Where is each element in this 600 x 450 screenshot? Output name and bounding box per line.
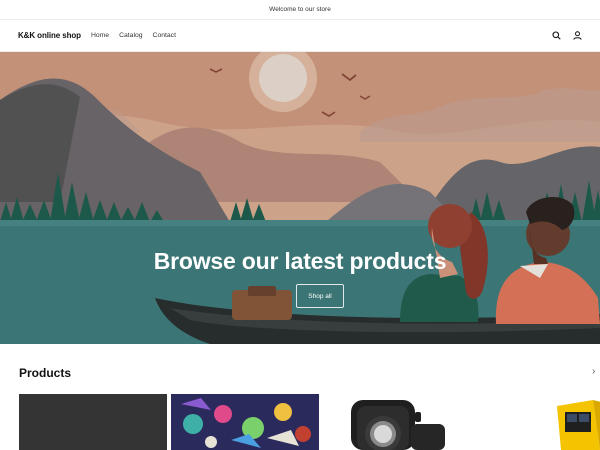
nav-contact[interactable]: Contact [153, 32, 176, 39]
main-nav: Home Catalog Contact [91, 32, 176, 39]
product-card[interactable] [19, 394, 167, 450]
announcement-text: Welcome to our store [269, 6, 331, 13]
product-image [19, 394, 167, 450]
nav-catalog[interactable]: Catalog [119, 32, 142, 39]
site-header: K&K online shop Home Catalog Contact [0, 20, 600, 52]
product-card[interactable] [323, 394, 471, 450]
search-icon[interactable] [552, 31, 561, 40]
product-card[interactable] [171, 394, 319, 450]
shop-all-button[interactable]: Shop all [296, 284, 344, 308]
header-icons [552, 31, 582, 40]
nav-home[interactable]: Home [91, 32, 109, 39]
hero-heading: Browse our latest products [153, 248, 447, 274]
announcement-bar: Welcome to our store [0, 0, 600, 20]
store-logo[interactable]: K&K online shop [18, 31, 81, 40]
products-heading: Products [19, 366, 72, 380]
products-next-arrow[interactable]: › [592, 366, 595, 377]
product-image [323, 394, 471, 450]
product-image [171, 394, 319, 450]
product-card[interactable] [475, 394, 600, 450]
product-image [475, 394, 600, 450]
account-icon[interactable] [573, 31, 582, 40]
